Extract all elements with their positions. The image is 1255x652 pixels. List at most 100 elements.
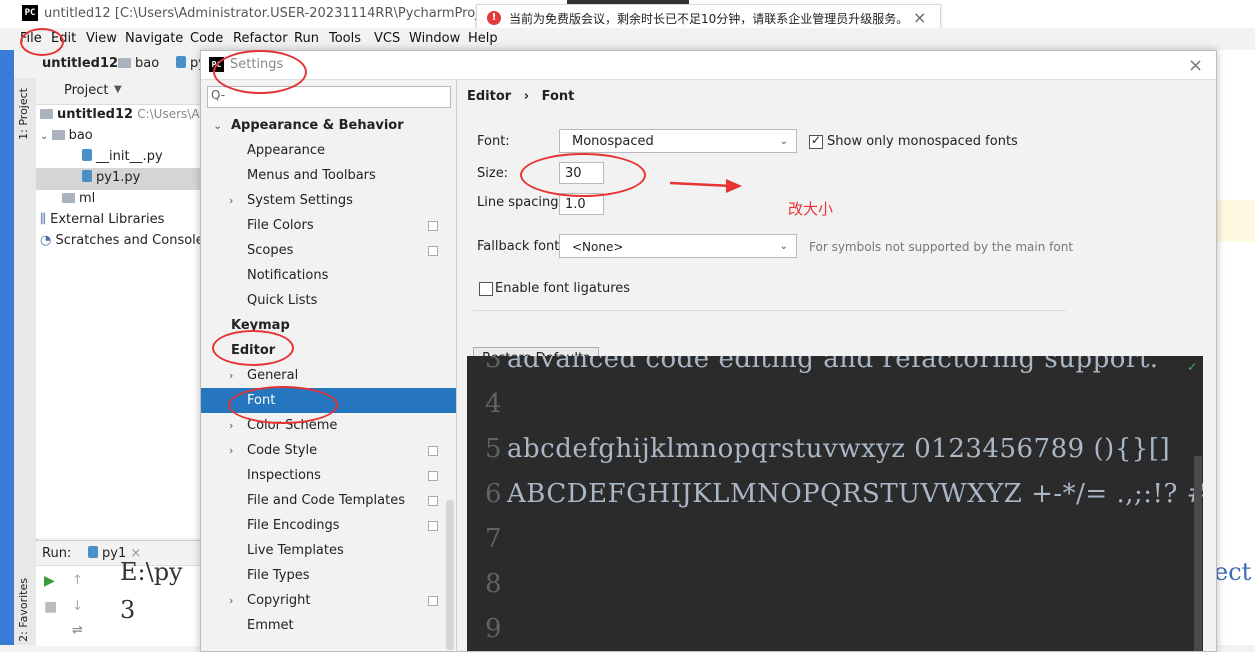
chevron-down-icon[interactable]: ⌄ bbox=[213, 113, 222, 138]
menu-help[interactable]: Help bbox=[468, 31, 498, 46]
settings-close-button[interactable]: × bbox=[1188, 55, 1203, 76]
sidebar-scrollbar[interactable] bbox=[446, 500, 454, 650]
arrow-down-icon[interactable]: ↓ bbox=[72, 599, 83, 614]
tree-item-project-root[interactable]: untitled12 C:\Users\Ad bbox=[40, 107, 207, 122]
tree-item-external-libraries[interactable]: ⫼ External Libraries bbox=[40, 212, 164, 227]
tab-favorites[interactable]: 2: Favorites bbox=[17, 578, 30, 642]
separator bbox=[473, 310, 1066, 311]
editor-background bbox=[1215, 50, 1255, 645]
menu-refactor[interactable]: Refactor bbox=[233, 31, 288, 46]
settings-tree-item-label: File Encodings bbox=[247, 518, 340, 533]
annotation-circle-editor bbox=[212, 330, 294, 366]
preview-line: 4 bbox=[485, 389, 502, 419]
tree-item-bao[interactable]: ⌄ bao bbox=[40, 128, 93, 143]
project-scope-icon bbox=[428, 471, 438, 481]
run-play-icon[interactable]: ▶ bbox=[44, 573, 55, 589]
project-view-selector[interactable]: Project bbox=[64, 83, 108, 98]
preview-line: 6 ABCDEFGHIJKLMNOPQRSTUVWXYZ +-*/= .,;:!?… bbox=[485, 479, 1203, 509]
settings-tree-item-code-style[interactable]: › Code Style bbox=[201, 438, 456, 463]
annotation-circle-settings bbox=[213, 50, 307, 94]
settings-tree-item-label: Quick Lists bbox=[247, 293, 318, 308]
settings-tree-item-label: Appearance & Behavior bbox=[231, 118, 404, 133]
menu-vcs[interactable]: VCS bbox=[374, 31, 400, 46]
menu-code[interactable]: Code bbox=[190, 31, 223, 46]
preview-scrollbar[interactable] bbox=[1194, 456, 1202, 651]
nav-folder[interactable]: bao bbox=[118, 56, 159, 71]
menu-tools[interactable]: Tools bbox=[329, 31, 361, 46]
fallback-font-select[interactable]: <None> ⌄ bbox=[559, 234, 797, 258]
settings-tree-item-label: Notifications bbox=[247, 268, 329, 283]
chevron-right-icon[interactable]: › bbox=[229, 188, 233, 213]
project-scope-icon bbox=[428, 496, 438, 506]
preview-line: 8 bbox=[485, 569, 502, 599]
settings-tree-item-file-types[interactable]: File Types bbox=[201, 563, 456, 588]
chevron-right-icon[interactable]: › bbox=[229, 588, 233, 613]
tree-item-init-py[interactable]: __init__.py bbox=[82, 149, 163, 164]
python-file-icon bbox=[82, 149, 92, 161]
chevron-right-icon: › bbox=[523, 89, 530, 104]
menu-window[interactable]: Window bbox=[409, 31, 460, 46]
monospaced-only-checkbox[interactable] bbox=[809, 133, 823, 149]
python-file-icon bbox=[176, 56, 186, 68]
soft-wrap-icon[interactable]: ⇌ bbox=[72, 623, 83, 638]
menu-navigate[interactable]: Navigate bbox=[125, 31, 183, 46]
chevron-right-icon[interactable]: › bbox=[229, 438, 233, 463]
arrow-up-icon[interactable]: ↑ bbox=[72, 573, 83, 588]
menu-run[interactable]: Run bbox=[294, 31, 319, 46]
settings-tree-item-notifications[interactable]: Notifications bbox=[201, 263, 456, 288]
settings-dialog: PC Settings × Q- ⌄ Appearance & Behavior A… bbox=[200, 50, 1217, 652]
font-select[interactable]: Monospaced ⌄ bbox=[559, 129, 797, 153]
menu-bar: File Edit View Navigate Code Refactor Ru… bbox=[0, 28, 1255, 50]
settings-tree-item-label: Scopes bbox=[247, 243, 294, 258]
folder-icon bbox=[40, 109, 53, 119]
settings-tree-item-label: Emmet bbox=[247, 618, 294, 633]
library-icon: ⫼ bbox=[40, 212, 46, 227]
tree-item-py1-py[interactable]: py1.py bbox=[82, 170, 140, 185]
chevron-down-icon[interactable]: ▼ bbox=[114, 84, 122, 95]
editor-highlight-row bbox=[1215, 200, 1255, 242]
settings-tree-item-label: System Settings bbox=[247, 193, 353, 208]
settings-tree-item-live-templates[interactable]: Live Templates bbox=[201, 538, 456, 563]
fallback-font-label: Fallback font: bbox=[477, 239, 564, 254]
annotation-text: 改大小 bbox=[788, 200, 834, 218]
settings-tree-item-scopes[interactable]: Scopes bbox=[201, 238, 456, 263]
annotation-arrow-icon bbox=[670, 179, 742, 193]
settings-tree-item-label: File Colors bbox=[247, 218, 314, 233]
tree-item-ml[interactable]: ml bbox=[62, 191, 95, 206]
folder-icon bbox=[51, 130, 65, 140]
tab-project[interactable]: 1: Project bbox=[17, 88, 30, 140]
chevron-right-icon[interactable]: › bbox=[229, 363, 233, 388]
chevron-down-icon: ⌄ bbox=[779, 241, 788, 252]
settings-tree-item-label: Inspections bbox=[247, 468, 321, 483]
settings-tree-item-file-and-code-templates[interactable]: File and Code Templates bbox=[201, 488, 456, 513]
settings-tree-item-appearance[interactable]: Appearance bbox=[201, 138, 456, 163]
settings-tree-item-appearance-behavior[interactable]: ⌄ Appearance & Behavior bbox=[201, 113, 456, 138]
settings-tree-item-system-settings[interactable]: › System Settings bbox=[201, 188, 456, 213]
tree-item-scratches[interactable]: ◔ Scratches and Consoles bbox=[40, 233, 211, 248]
left-tool-stripe: 1: Project 2: Favorites bbox=[14, 78, 37, 645]
settings-tree-item-label: File Types bbox=[247, 568, 310, 583]
notification-close-button[interactable]: × bbox=[913, 8, 926, 27]
python-file-icon bbox=[88, 546, 98, 558]
settings-tree-item-general[interactable]: › General bbox=[201, 363, 456, 388]
nav-project[interactable]: untitled12 bbox=[42, 56, 118, 71]
preview-line: 9 bbox=[485, 614, 502, 644]
settings-tree-item-emmet[interactable]: Emmet bbox=[201, 613, 456, 638]
settings-tree-item-label: File and Code Templates bbox=[247, 493, 405, 508]
settings-tree-item-copyright[interactable]: › Copyright bbox=[201, 588, 456, 613]
settings-tree-item-file-encodings[interactable]: File Encodings bbox=[201, 513, 456, 538]
project-scope-icon bbox=[428, 221, 438, 231]
project-panel-header[interactable]: Project ▼ bbox=[36, 78, 206, 105]
font-preview-editor[interactable]: 3 advanced code editing and refactoring s… bbox=[467, 356, 1203, 651]
font-ligatures-checkbox[interactable] bbox=[479, 282, 493, 296]
folder-icon bbox=[118, 58, 131, 68]
project-scope-icon bbox=[428, 596, 438, 606]
stop-icon[interactable]: ■ bbox=[44, 599, 57, 615]
menu-view[interactable]: View bbox=[86, 31, 117, 46]
settings-tree-item-quick-lists[interactable]: Quick Lists bbox=[201, 288, 456, 313]
settings-tree-item-file-colors[interactable]: File Colors bbox=[201, 213, 456, 238]
settings-tree-item-inspections[interactable]: Inspections bbox=[201, 463, 456, 488]
annotation-circle-size bbox=[520, 153, 646, 197]
chevron-right-icon[interactable]: › bbox=[229, 413, 233, 438]
settings-tree-item-menus-and-toolbars[interactable]: Menus and Toolbars bbox=[201, 163, 456, 188]
